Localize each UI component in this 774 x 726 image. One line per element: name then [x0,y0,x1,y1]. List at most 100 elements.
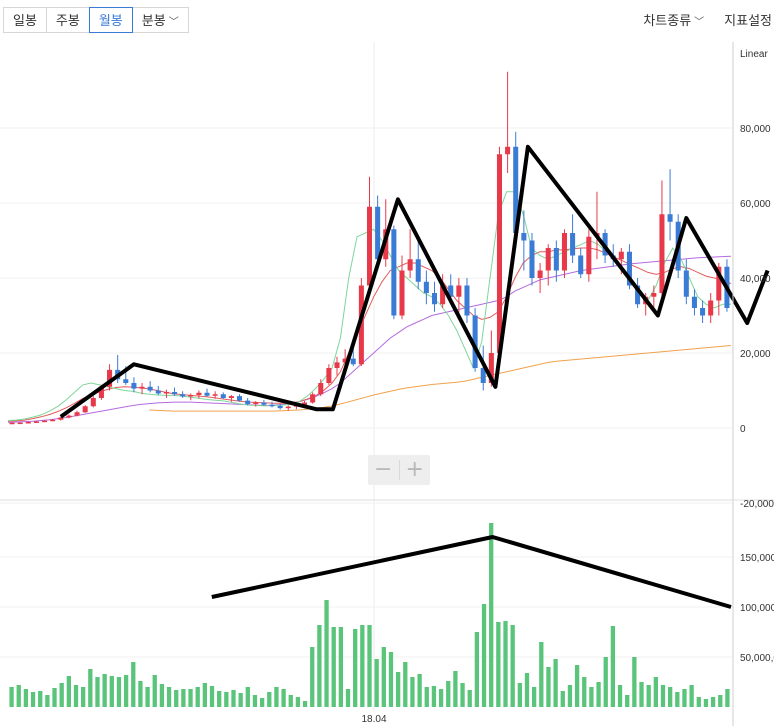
volume-bar [596,682,601,707]
period-monthly-button[interactable]: 월봉 [88,7,133,33]
candle [505,71,511,173]
volume-bar [259,698,265,707]
volume-tick-label: 150,000 [740,553,774,564]
volume-bar [109,676,114,707]
volume-bar [245,687,250,707]
chart-toolbar: 일봉 주봉 월봉 분봉 ﹀ 차트종류 ﹀ 지표설정 [0,0,774,42]
volume-bar [474,632,480,707]
volume-bar [360,625,365,707]
volume-bar [589,687,594,707]
candle [180,391,186,398]
price-tick-label: 60,000 [740,199,771,210]
candle [545,244,551,286]
volume-bar [224,692,229,707]
candle [366,176,373,293]
price-tick-label: 80,000 [740,124,771,135]
volume-bar [388,652,394,707]
volume-bar [59,683,64,707]
volume-bar [531,687,537,707]
indicator-settings-button[interactable]: 지표설정 [724,10,772,29]
volume-axis-ticks: 150,000 100,000 50,000,0 [740,553,774,664]
candle [667,169,673,241]
volume-bar [288,695,293,707]
period-weekly-button[interactable]: 주봉 [45,7,90,33]
volume-bar [625,695,630,707]
volume-bar [310,647,315,707]
volume-bar [367,625,372,707]
volume-bar [374,659,379,707]
candle [17,422,23,425]
volume-bar [295,697,301,707]
candle [415,240,421,290]
volume-bar [610,626,616,707]
volume-tick-label: 50,000,0 [740,653,774,664]
chevron-down-icon: ﹀ [168,17,179,28]
volume-bar [560,691,565,707]
volume-bar [317,625,322,707]
volume-bar [489,523,494,707]
zoom-controls: − + [368,455,430,485]
candle [107,364,113,391]
volume-bar [281,689,286,707]
x-tick-label: 18.04 [361,714,386,725]
candle [561,229,567,278]
candle [74,410,80,417]
candle [82,405,88,413]
volume-bar [510,625,515,707]
volume-bar [23,689,29,707]
period-minute-dropdown[interactable]: 분봉 ﹀ [131,7,189,33]
volume-bar [381,647,386,707]
volume-bar [95,677,100,707]
candle [163,389,169,398]
volume-bar [338,627,344,707]
volume-bar [353,629,358,707]
candle [407,229,413,278]
period-selector: 일봉 주봉 월봉 분봉 ﹀ [3,7,189,33]
volume-bar [231,690,236,707]
volume-bar [639,682,644,707]
candle [570,214,576,263]
candle [431,281,438,312]
volume-bar [718,695,723,707]
volume-bar [30,692,36,707]
volume-bar [331,627,336,707]
volume-bar [217,691,222,707]
volume-bar [410,677,415,707]
volume-bar [603,657,608,707]
volume-bar [45,695,50,707]
volume-bar [567,685,573,707]
candle [578,248,584,278]
volume-bar [689,685,694,707]
candle [399,255,405,320]
volume-bar [403,662,408,707]
candle [659,180,665,297]
volume-bar [38,691,43,707]
volume-bar [181,689,186,707]
volume-bar [496,622,501,707]
candlestick-series [9,71,730,425]
price-tick-label: 40,000 [740,274,771,285]
volume-bar [159,684,165,707]
volume-bar [582,677,587,707]
volume-bar [88,669,93,707]
volume-bar [539,642,544,707]
volume-series [9,523,730,707]
stock-chart[interactable]: Linear 80,00060,00040,00020,0000-20,000 … [0,42,774,726]
volume-bar [481,604,487,707]
price-tick-label: 20,000 [740,349,771,360]
chart-type-dropdown[interactable]: 차트종류 ﹀ [643,10,704,29]
candle [529,233,535,286]
zoom-out-button[interactable]: − [368,455,399,485]
volume-bar [238,693,243,707]
chevron-down-icon: ﹀ [694,17,705,28]
volume-bar [660,685,666,707]
candle [326,364,332,385]
zoom-in-button[interactable]: + [400,455,431,485]
candle [391,225,397,320]
volume-bar [188,689,193,707]
volume-bar [152,675,157,707]
volume-bar [302,701,308,707]
candle [464,278,470,323]
period-daily-button[interactable]: 일봉 [3,7,47,33]
volume-bar [446,681,451,707]
